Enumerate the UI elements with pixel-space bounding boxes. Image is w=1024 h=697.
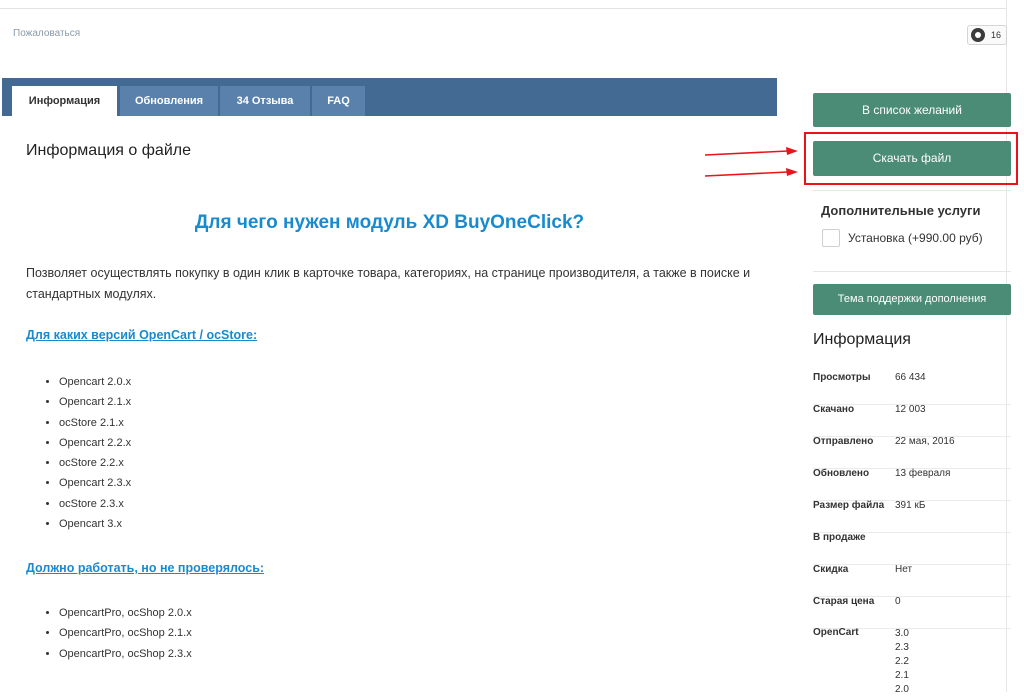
info-key: Отправлено: [813, 436, 874, 447]
untested-list: OpencartPro, ocShop 2.0.x OpencartPro, o…: [41, 603, 192, 664]
report-link[interactable]: Пожаловаться: [13, 28, 80, 39]
tab-info[interactable]: Информация: [12, 86, 117, 116]
version-value: 2.2: [895, 656, 909, 667]
info-row: Старая цена 0: [813, 596, 1011, 629]
list-item: ocStore 2.2.x: [59, 453, 131, 473]
list-item: Opencart 2.2.x: [59, 433, 131, 453]
install-checkbox[interactable]: [822, 229, 840, 247]
list-item: Opencart 2.1.x: [59, 392, 131, 412]
info-key: Просмотры: [813, 372, 871, 383]
info-value-list: 3.0 2.3 2.2 2.1 2.0: [895, 627, 909, 697]
tab-updates[interactable]: Обновления: [120, 86, 218, 116]
list-item: Opencart 2.0.x: [59, 372, 131, 392]
info-value: 13 февраля: [895, 468, 951, 479]
highlight-box: [804, 132, 1018, 185]
info-row: Скидка Нет: [813, 564, 1011, 597]
tab-faq[interactable]: FAQ: [312, 86, 365, 116]
version-value: 3.0: [895, 628, 909, 639]
list-item: ocStore 2.1.x: [59, 413, 131, 433]
info-key: В продаже: [813, 532, 866, 543]
list-item: ocStore 2.3.x: [59, 494, 131, 514]
wishlist-button[interactable]: В список желаний: [813, 93, 1011, 127]
version-value: 2.0: [895, 684, 909, 695]
list-item: OpencartPro, ocShop 2.1.x: [59, 623, 192, 643]
info-value: 12 003: [895, 404, 926, 415]
untested-link[interactable]: Должно работать, но не проверялось:: [26, 561, 264, 575]
list-item: Opencart 3.x: [59, 514, 131, 534]
list-item: OpencartPro, ocShop 2.0.x: [59, 603, 192, 623]
tab-bar: Информация Обновления 34 Отзыва FAQ: [2, 78, 777, 116]
module-heading: Для чего нужен модуль XD BuyOneClick?: [194, 212, 585, 233]
version-value: 2.1: [895, 670, 909, 681]
tab-reviews[interactable]: 34 Отзыва: [220, 86, 310, 116]
info-row: Обновлено 13 февраля: [813, 468, 1011, 501]
info-row: В продаже: [813, 532, 1011, 565]
info-row: Просмотры 66 434: [813, 372, 1011, 405]
info-key: Старая цена: [813, 596, 875, 607]
section-title: Информация о файле: [26, 142, 191, 159]
info-key: Размер файла: [813, 500, 885, 511]
reaction-badge[interactable]: 16: [967, 25, 1007, 45]
versions-link[interactable]: Для каких версий OpenCart / ocStore:: [26, 328, 257, 342]
info-title: Информация: [813, 331, 911, 348]
versions-list: Opencart 2.0.x Opencart 2.1.x ocStore 2.…: [41, 372, 131, 534]
additional-services: Дополнительные услуги Установка (+990.00…: [813, 190, 1011, 272]
info-row: OpenCart 3.0 2.3 2.2 2.1 2.0: [813, 627, 1011, 697]
info-value: 66 434: [895, 372, 926, 383]
reaction-count: 16: [991, 30, 1002, 40]
top-divider: [0, 8, 1006, 9]
red-arrow-icon: [704, 147, 798, 156]
info-key: Скидка: [813, 564, 849, 575]
info-row: Отправлено 22 мая, 2016: [813, 436, 1011, 469]
reaction-icon: [971, 28, 985, 42]
list-item: Opencart 2.3.x: [59, 473, 131, 493]
info-value: Нет: [895, 564, 913, 575]
module-description: Позволяет осуществлять покупку в один кл…: [26, 266, 751, 301]
additional-services-title: Дополнительные услуги: [821, 203, 981, 218]
red-arrow-icon: [704, 168, 798, 177]
info-row: Скачано 12 003: [813, 404, 1011, 437]
version-value: 2.3: [895, 642, 909, 653]
info-key: Скачано: [813, 404, 855, 415]
info-key: Обновлено: [813, 468, 870, 479]
info-value: 22 мая, 2016: [895, 436, 955, 447]
list-item: OpencartPro, ocShop 2.3.x: [59, 644, 192, 664]
install-option-label[interactable]: Установка (+990.00 руб): [848, 231, 983, 245]
info-value: 391 кБ: [895, 500, 926, 511]
support-thread-button[interactable]: Тема поддержки дополнения: [813, 284, 1011, 315]
info-value: 0: [895, 596, 901, 607]
info-row: Размер файла 391 кБ: [813, 500, 1011, 533]
info-key: OpenCart: [813, 627, 859, 638]
